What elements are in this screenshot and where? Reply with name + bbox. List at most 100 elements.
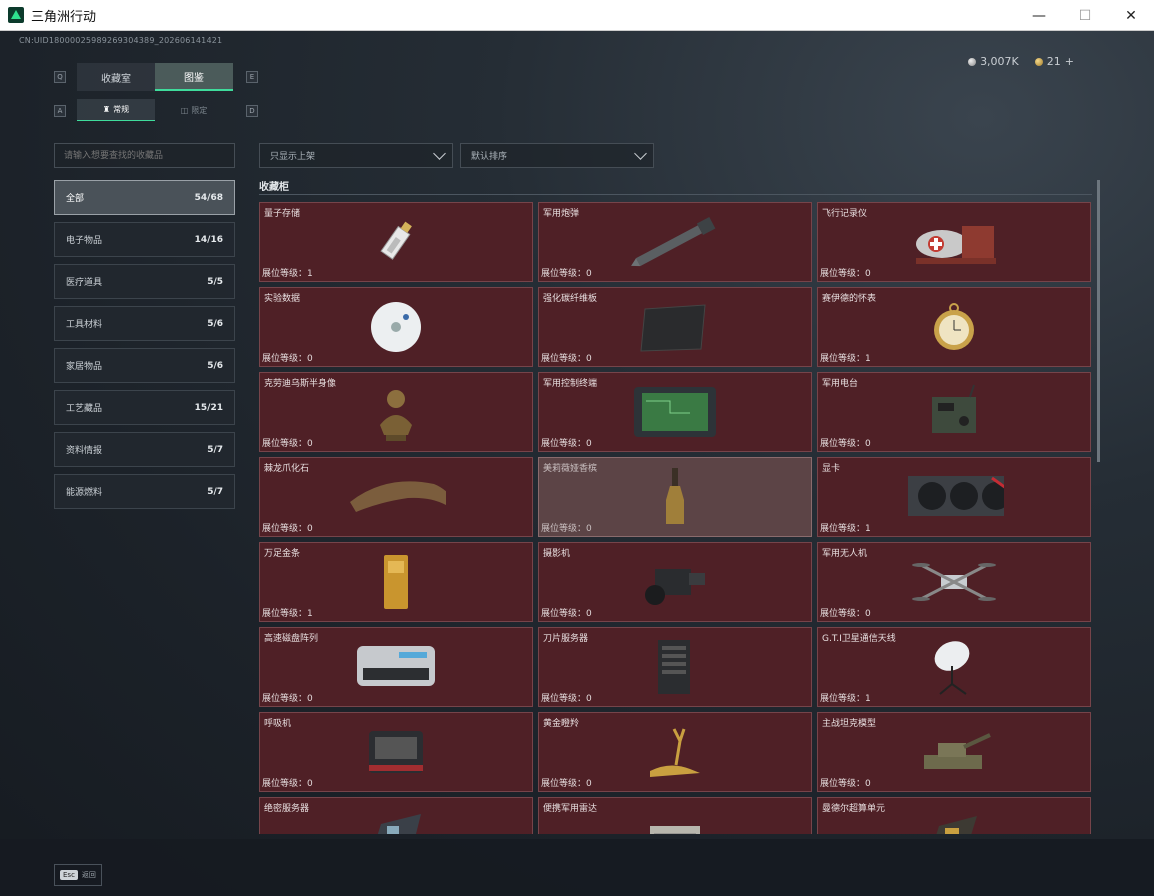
collection-card[interactable]: 高速磁盘阵列 展位等级：0 <box>259 627 533 707</box>
flight-recorder-icon <box>904 211 1004 273</box>
collection-name: 军用电台 <box>822 379 859 389</box>
collection-name: 曼德尔超算单元 <box>822 804 886 814</box>
sort-value: 默认排序 <box>471 152 508 162</box>
tab-collection-room[interactable]: 收藏室 <box>77 63 155 91</box>
category-item[interactable]: 工具材料 5/6 <box>54 306 235 341</box>
bottom-bar: Esc 返回 <box>0 839 1154 896</box>
tab-codex[interactable]: 图鉴 <box>155 63 233 91</box>
artillery-shell-icon <box>625 211 725 273</box>
collection-name: 量子存储 <box>264 209 301 219</box>
display-level: 展位等级：0 <box>541 354 592 364</box>
cabinet-viewport: 量子存储 展位等级：1 军用炮弹 展位等级：0 飞行记录仪 展位等级：0 实验数据 展位等级：… <box>259 202 1093 834</box>
collection-card[interactable]: G.T.I卫星通信天线 展位等级：1 <box>817 627 1091 707</box>
display-level: 展位等级：0 <box>820 269 871 279</box>
collection-search-input[interactable] <box>54 143 235 168</box>
collection-card[interactable]: 刀片服务器 展位等级：0 <box>538 627 812 707</box>
collection-card[interactable]: 军用控制终端 展位等级：0 <box>538 372 812 452</box>
collection-name: 棘龙爪化石 <box>264 464 310 474</box>
collection-card[interactable]: 飞行记录仪 展位等级：0 <box>817 202 1091 282</box>
category-item[interactable]: 电子物品 14/16 <box>54 222 235 257</box>
category-item[interactable]: 医疗道具 5/5 <box>54 264 235 299</box>
category-label: 家居物品 <box>66 362 103 372</box>
collection-card[interactable]: 赛伊德的怀表 展位等级：1 <box>817 287 1091 367</box>
pocket-watch-icon <box>904 296 1004 358</box>
collection-card[interactable]: 军用电台展位等级：0 <box>817 372 1091 452</box>
collection-name: 实验数据 <box>264 294 301 304</box>
gold-amount: 21 <box>1046 55 1061 68</box>
shelf-filter-dropdown[interactable]: 只显示上架 <box>259 143 453 168</box>
category-count: 5/7 <box>207 444 223 455</box>
category-item[interactable]: 资料情报 5/7 <box>54 432 235 467</box>
key-hint-q: Q <box>54 71 66 83</box>
gazelle-icon <box>625 721 725 783</box>
limited-icon: ◫ <box>180 105 189 115</box>
esc-key-hint: Esc <box>60 870 78 880</box>
collection-card[interactable]: 军用炮弹展位等级：0 <box>538 202 812 282</box>
minimize-button[interactable]: — <box>1016 0 1062 31</box>
category-item[interactable]: 工艺藏品 15/21 <box>54 390 235 425</box>
compute-unit-icon <box>904 806 1004 834</box>
display-level: 展位等级：0 <box>262 439 313 449</box>
collection-card[interactable]: 主战坦克模型 展位等级：0 <box>817 712 1091 792</box>
category-count: 14/16 <box>194 234 223 245</box>
silver-balance: 3,007K <box>968 55 1019 68</box>
collection-card[interactable]: 显卡 展位等级：1 <box>817 457 1091 537</box>
tab-limited[interactable]: ◫ 限定 <box>155 99 233 121</box>
gold-balance[interactable]: 21 + <box>1034 55 1074 68</box>
collection-card[interactable]: 军用无人机 展位等级：0 <box>817 542 1091 622</box>
satellite-dish-icon <box>904 636 1004 698</box>
tab-regular[interactable]: ♜ 常规 <box>77 99 155 121</box>
collection-card[interactable]: 强化碳纤维板 展位等级：0 <box>538 287 812 367</box>
key-hint-e: E <box>246 71 258 83</box>
server-board-icon <box>346 806 446 834</box>
collection-name: 美莉薇娅香槟 <box>543 464 598 474</box>
shelf-filter-value: 只显示上架 <box>270 152 316 162</box>
close-button[interactable]: ✕ <box>1108 0 1154 31</box>
window-controls: — ☐ ✕ <box>1016 0 1154 31</box>
gold-bar-icon <box>346 551 446 613</box>
gold-coin-icon <box>1034 57 1043 66</box>
collection-name: 军用无人机 <box>822 549 868 559</box>
collection-card[interactable]: 实验数据 展位等级：0 <box>259 287 533 367</box>
display-level: 展位等级：0 <box>262 694 313 704</box>
collection-card[interactable]: 绝密服务器 <box>259 797 533 834</box>
silver-amount: 3,007K <box>980 55 1019 68</box>
collection-card[interactable]: 万足金条 展位等级：1 <box>259 542 533 622</box>
add-gold-icon[interactable]: + <box>1065 55 1074 68</box>
category-item[interactable]: 能源燃料 5/7 <box>54 474 235 509</box>
radar-icon <box>625 806 725 834</box>
collection-card[interactable]: 便携军用雷达 <box>538 797 812 834</box>
camera-icon <box>625 551 725 613</box>
collection-card[interactable]: 美莉薇娅香槟 展位等级：0 <box>538 457 812 537</box>
sort-dropdown[interactable]: 默认排序 <box>460 143 654 168</box>
collection-card[interactable]: 呼吸机 展位等级：0 <box>259 712 533 792</box>
display-level: 展位等级：0 <box>541 524 592 534</box>
category-item[interactable]: 全部 54/68 <box>54 180 235 215</box>
trophy-icon: ♜ <box>102 105 111 114</box>
display-level: 展位等级：0 <box>541 269 592 279</box>
collection-card[interactable]: 曼德尔超算单元 <box>817 797 1091 834</box>
category-item[interactable]: 家居物品 5/6 <box>54 348 235 383</box>
key-hint-d: D <box>246 105 258 117</box>
back-button[interactable]: Esc 返回 <box>54 864 102 886</box>
collection-name: 强化碳纤维板 <box>543 294 598 304</box>
category-count: 5/6 <box>207 318 223 329</box>
collection-name: 军用炮弹 <box>543 209 580 219</box>
collection-card[interactable]: 黄金瞪羚 展位等级：0 <box>538 712 812 792</box>
display-level: 展位等级：0 <box>262 524 313 534</box>
category-count: 5/6 <box>207 360 223 371</box>
collection-name: 摄影机 <box>543 549 571 559</box>
collection-card[interactable]: 克劳迪乌斯半身像 展位等级：0 <box>259 372 533 452</box>
collection-name: 刀片服务器 <box>543 634 589 644</box>
collection-name: 赛伊德的怀表 <box>822 294 877 304</box>
collection-card[interactable]: 棘龙爪化石展位等级：0 <box>259 457 533 537</box>
display-level: 展位等级：0 <box>262 779 313 789</box>
carbon-plate-icon <box>625 296 725 358</box>
display-level: 展位等级：0 <box>820 439 871 449</box>
collection-card[interactable]: 量子存储 展位等级：1 <box>259 202 533 282</box>
cabinet-scrollbar[interactable] <box>1097 180 1100 462</box>
currency-display: 3,007K 21 + <box>968 55 1074 68</box>
blade-server-icon <box>625 636 725 698</box>
collection-card[interactable]: 摄影机 展位等级：0 <box>538 542 812 622</box>
maximize-button[interactable]: ☐ <box>1062 0 1108 31</box>
